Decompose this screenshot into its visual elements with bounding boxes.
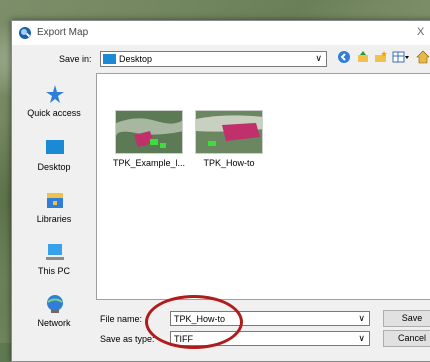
- file-thumbnail: [195, 110, 263, 154]
- chevron-down-icon[interactable]: ∨: [358, 313, 365, 324]
- network-icon: [47, 295, 63, 313]
- up-folder-icon[interactable]: [356, 50, 370, 64]
- export-map-dialog: Export Map X Save in: Desktop ∨ Quick ac…: [11, 20, 430, 362]
- save-button[interactable]: Save: [383, 310, 430, 327]
- map-thumbnail-image: [196, 111, 262, 153]
- back-icon[interactable]: [337, 50, 351, 64]
- place-libraries[interactable]: Libraries: [16, 185, 92, 237]
- chevron-down-icon: ∨: [315, 53, 322, 63]
- place-this-pc[interactable]: This PC: [16, 237, 92, 289]
- pin-icon: [46, 85, 64, 103]
- cancel-button[interactable]: Cancel: [383, 330, 430, 347]
- pc-icon: [46, 244, 64, 260]
- place-label: Libraries: [36, 214, 72, 224]
- save-as-type-dropdown[interactable]: TIFF ∨: [170, 331, 370, 346]
- dialog-title: Export Map: [37, 27, 89, 38]
- place-label: Network: [37, 318, 71, 328]
- desktop-folder-icon: [103, 54, 116, 64]
- save-in-value: Desktop: [119, 54, 153, 64]
- map-thumbnail-image: [116, 111, 182, 153]
- file-name-input[interactable]: TPK_How-to ∨: [170, 311, 370, 326]
- file-item[interactable]: TPK_Example_l...: [109, 110, 189, 172]
- file-name-label: File name:: [100, 314, 143, 324]
- place-quick-access[interactable]: Quick access: [16, 79, 92, 131]
- file-name-value: TPK_How-to: [174, 314, 226, 324]
- file-list: TPK_Example_l... TPK_How-to: [96, 73, 430, 300]
- arcmap-app-icon: [19, 27, 31, 39]
- chevron-down-icon: ∨: [358, 333, 365, 343]
- home-icon[interactable]: [416, 50, 430, 64]
- place-desktop[interactable]: Desktop: [16, 133, 92, 185]
- places-bar: Quick access Desktop Libraries This PC N…: [16, 73, 92, 330]
- file-name: TPK_Example_l...: [112, 158, 186, 168]
- close-icon[interactable]: X: [417, 26, 424, 38]
- new-folder-icon[interactable]: [374, 50, 388, 64]
- place-label: Quick access: [27, 108, 81, 118]
- view-menu-icon[interactable]: [392, 50, 410, 64]
- save-in-label: Save in:: [59, 54, 92, 64]
- file-item[interactable]: TPK_How-to: [189, 110, 269, 172]
- title-bar: Export Map X: [12, 21, 430, 45]
- place-network[interactable]: Network: [16, 289, 92, 341]
- save-in-dropdown[interactable]: Desktop ∨: [100, 51, 327, 67]
- file-name: TPK_How-to: [203, 158, 255, 168]
- place-label: Desktop: [37, 162, 71, 172]
- libraries-icon: [47, 193, 63, 208]
- place-label: This PC: [37, 266, 70, 276]
- desktop-icon: [46, 140, 64, 154]
- file-thumbnail: [115, 110, 183, 154]
